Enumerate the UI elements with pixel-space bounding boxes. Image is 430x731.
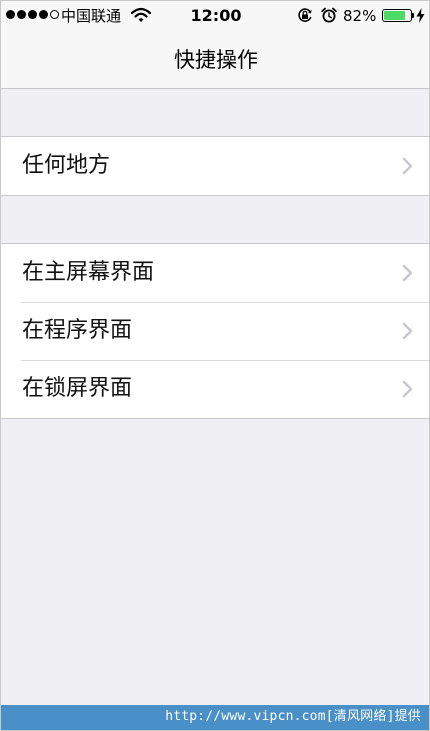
watermark-text: http://www.vipcn.com[清风网络]提供: [165, 709, 421, 724]
battery-level-fill: [384, 11, 406, 20]
battery-icon: [382, 9, 412, 22]
chevron-right-icon: [402, 264, 413, 282]
navigation-bar: 快捷操作: [1, 31, 429, 89]
status-bar: 中国联通 12:00 82%: [1, 1, 429, 31]
list-item-anywhere[interactable]: 任何地方: [1, 137, 429, 195]
watermark-banner: http://www.vipcn.com[清风网络]提供: [1, 705, 429, 730]
page-title: 快捷操作: [174, 48, 258, 72]
chevron-right-icon: [402, 157, 413, 175]
battery-percentage: 82%: [343, 7, 377, 25]
battery-tip: [412, 13, 414, 18]
list-item-label: 在主屏幕界面: [22, 260, 155, 285]
list-item-label: 在程序界面: [22, 318, 133, 343]
settings-group: 任何地方: [1, 136, 429, 196]
list-item-label: 任何地方: [22, 153, 111, 178]
chevron-right-icon: [402, 380, 413, 398]
rotation-lock-icon: [298, 8, 312, 22]
list-item-home-screen[interactable]: 在主屏幕界面: [1, 244, 429, 302]
bolt-icon: [416, 8, 425, 23]
settings-group: 在主屏幕界面 在程序界面 在锁屏界面: [1, 243, 429, 419]
list-item-in-app[interactable]: 在程序界面: [1, 302, 429, 360]
chevron-right-icon: [402, 322, 413, 340]
phone-screen: 中国联通 12:00 82% 快捷操作 任何地方 在主屏幕界面 在程序界面 在锁…: [0, 0, 430, 731]
list-item-label: 在锁屏界面: [22, 376, 133, 401]
alarm-icon: [321, 7, 337, 23]
list-item-lock-screen[interactable]: 在锁屏界面: [1, 360, 429, 418]
